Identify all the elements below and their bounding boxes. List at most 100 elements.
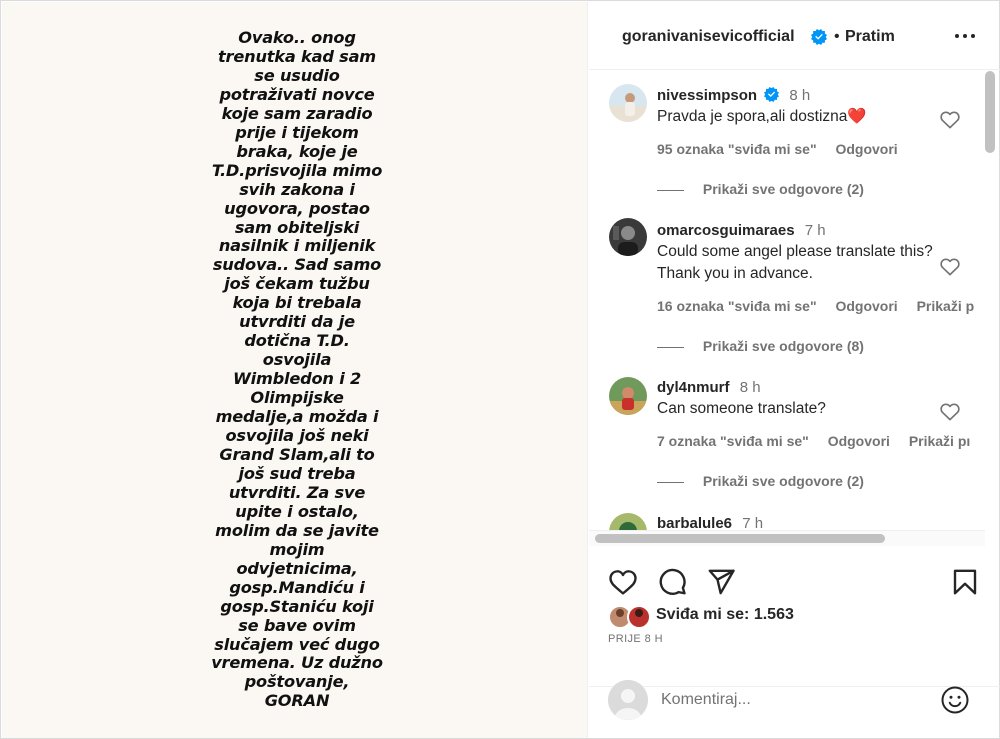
like-comment-heart-icon[interactable] bbox=[939, 256, 961, 276]
avatar[interactable] bbox=[609, 84, 647, 122]
post-text-line: Grand Slam,ali to bbox=[219, 444, 375, 464]
share-icon[interactable] bbox=[706, 567, 736, 597]
post-text-line: gosp.Staniću koji bbox=[220, 596, 374, 616]
comment-text: Can someone translate? bbox=[657, 400, 826, 417]
post-modal: Ovako.. onog trenutka kad sam se usudio pot… bbox=[0, 0, 1000, 739]
comment-likes-count[interactable]: 95 oznaka "sviđa mi se" bbox=[657, 141, 817, 157]
comment-meta: 16 oznaka "sviđa mi se" Odgovori Prikaži… bbox=[657, 298, 989, 314]
post-text-line: braka, koje je bbox=[236, 141, 358, 161]
more-options-icon[interactable] bbox=[953, 26, 977, 46]
post-text-line: Wimbledon i 2 bbox=[232, 369, 362, 389]
replies-divider-line bbox=[657, 481, 684, 483]
comment-time[interactable]: 7 h bbox=[742, 515, 763, 531]
avatar[interactable] bbox=[609, 513, 647, 531]
post-timestamp[interactable]: PRIJE 8 H bbox=[608, 633, 663, 645]
post-text-line: vremena. Uz dužno bbox=[211, 653, 383, 673]
like-comment-heart-icon[interactable] bbox=[939, 401, 961, 421]
reply-button[interactable]: Odgovori bbox=[835, 141, 897, 157]
comment-time[interactable]: 8 h bbox=[789, 87, 810, 104]
post-text-line: molim da se javite bbox=[215, 520, 379, 540]
post-text-line: još sud treba bbox=[238, 463, 356, 483]
comment-likes-count[interactable]: 7 oznaka "sviđa mi se" bbox=[657, 433, 809, 449]
view-replies-button[interactable]: Prikaži sve odgovore (2) bbox=[657, 181, 864, 197]
comment-input[interactable] bbox=[661, 688, 931, 712]
see-translation-button[interactable]: Prikaži p bbox=[917, 298, 975, 314]
comment-likes-count[interactable]: 16 oznaka "sviđa mi se" bbox=[657, 298, 817, 314]
post-text-line: utvrditi. Za sve bbox=[228, 482, 366, 502]
scrollbar-thumb[interactable] bbox=[985, 71, 995, 153]
view-replies-label[interactable]: Prikaži sve odgovore (2) bbox=[703, 181, 864, 197]
comment-text: Pravda je spora,ali dostizna❤️ bbox=[657, 108, 867, 125]
liker-avatars[interactable] bbox=[608, 604, 654, 630]
verified-badge-icon bbox=[764, 87, 780, 102]
post-text-line: potraživati novce bbox=[219, 84, 375, 104]
comment-time[interactable]: 7 h bbox=[805, 222, 826, 239]
comment-username[interactable]: barbalule6 7 h bbox=[657, 515, 763, 531]
comment-time[interactable]: 8 h bbox=[740, 379, 761, 396]
post-text-line: slučajem već dugo bbox=[214, 634, 380, 654]
post-text-line: osvojila bbox=[262, 350, 332, 370]
post-header: goranivanisevicofficial • Pratim bbox=[589, 2, 1000, 70]
comment-meta: 7 oznaka "sviđa mi se" Odgovori Prikaži … bbox=[657, 433, 985, 449]
heart-icon[interactable] bbox=[608, 567, 638, 597]
post-text-line: koja bi trebala bbox=[232, 293, 362, 313]
post-text-line: prije i tijekom bbox=[235, 122, 359, 142]
comment-username[interactable]: dyl4nmurf 8 h bbox=[657, 379, 761, 396]
following-button[interactable]: Pratim bbox=[845, 28, 895, 46]
post-image-text: Ovako.. onog trenutka kad sam se usudio pot… bbox=[192, 28, 402, 711]
comments-horizontal-scrollbar[interactable] bbox=[589, 530, 985, 546]
post-text-line: Ovako.. onog bbox=[238, 28, 356, 47]
view-replies-button[interactable]: Prikaži sve odgovore (2) bbox=[657, 473, 864, 489]
comment-meta: 95 oznaka "sviđa mi se" Odgovori bbox=[657, 141, 913, 157]
post-text-line: se bave ovim bbox=[238, 615, 356, 635]
emoji-icon[interactable] bbox=[940, 685, 970, 715]
post-text-line: dotična T.D. bbox=[244, 331, 350, 351]
post-text-line: Olimpijske bbox=[250, 388, 344, 408]
post-text-line: poštovanje, bbox=[244, 672, 350, 692]
post-text-line: utvrditi da je bbox=[239, 312, 355, 332]
post-text-line: odvjetnicima, bbox=[236, 558, 358, 578]
like-comment-heart-icon[interactable] bbox=[939, 109, 961, 129]
replies-divider-line bbox=[657, 189, 684, 191]
view-replies-label[interactable]: Prikaži sve odgovore (8) bbox=[703, 338, 864, 354]
post-text-line: T.D.prisvojila mimo bbox=[211, 160, 383, 180]
post-text-line: se usudio bbox=[254, 65, 340, 85]
replies-divider-line bbox=[657, 346, 684, 348]
comments-list[interactable]: nivessimpson 8 h Pravda je spora,ali dos… bbox=[589, 71, 1000, 531]
view-replies-button[interactable]: Prikaži sve odgovore (8) bbox=[657, 338, 864, 354]
post-text-line: medalje,a možda i bbox=[215, 407, 379, 427]
reply-button[interactable]: Odgovori bbox=[835, 298, 897, 314]
avatar[interactable] bbox=[609, 377, 647, 415]
avatar bbox=[608, 680, 648, 720]
verified-badge-icon bbox=[811, 29, 827, 45]
add-comment-bar bbox=[589, 675, 1000, 739]
post-text-line: mojim bbox=[269, 539, 325, 559]
post-text-line: koje sam zaradio bbox=[221, 103, 373, 123]
comment-icon[interactable] bbox=[657, 567, 687, 597]
author-username-link[interactable]: goranivanisevicofficial bbox=[622, 28, 795, 46]
likes-count[interactable]: Sviđa mi se: 1.563 bbox=[656, 606, 794, 624]
scrollbar-thumb[interactable] bbox=[595, 534, 885, 543]
avatar[interactable] bbox=[609, 218, 647, 256]
post-text-line: gosp.Mandiću i bbox=[229, 577, 365, 597]
post-text-line: sudova.. Sad samo bbox=[212, 255, 382, 275]
bookmark-icon[interactable] bbox=[950, 567, 980, 597]
post-text-line: upite i ostalo, bbox=[235, 501, 359, 521]
post-text-line: osvojila još neki bbox=[225, 426, 369, 446]
reply-button[interactable]: Odgovori bbox=[828, 433, 890, 449]
post-text-line: nasilnik i miljenik bbox=[218, 236, 376, 256]
post-actions: Sviđa mi se: 1.563 PRIJE 8 H bbox=[589, 547, 1000, 687]
post-text-line: GORAN bbox=[264, 691, 330, 711]
post-image: Ovako.. onog trenutka kad sam se usudio pot… bbox=[2, 2, 588, 738]
post-text-line: trenutka kad sam bbox=[218, 46, 376, 66]
view-replies-label[interactable]: Prikaži sve odgovore (2) bbox=[703, 473, 864, 489]
comment-username[interactable]: nivessimpson 8 h bbox=[657, 87, 810, 104]
post-text-line: još čekam tužbu bbox=[224, 274, 370, 294]
comments-vertical-scrollbar[interactable] bbox=[985, 71, 996, 529]
post-text-line: sam obiteljski bbox=[234, 217, 360, 237]
see-translation-button[interactable]: Prikaži pı bbox=[909, 433, 970, 449]
comment-username[interactable]: omarcosguimaraes 7 h bbox=[657, 222, 826, 239]
post-text-line: ugovora, postao bbox=[224, 198, 370, 218]
header-separator: • bbox=[834, 28, 840, 45]
post-text-line: svih zakona i bbox=[239, 179, 355, 199]
